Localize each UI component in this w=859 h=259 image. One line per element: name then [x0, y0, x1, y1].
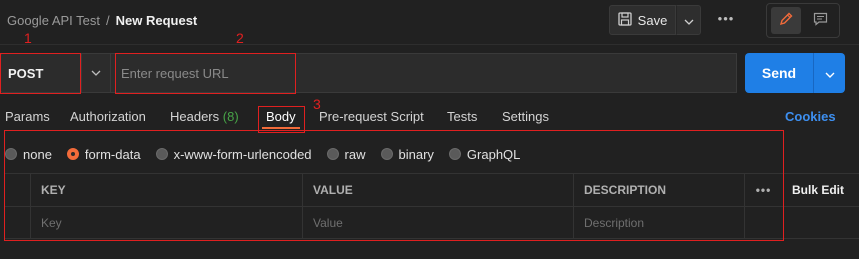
pencil-icon — [779, 12, 793, 29]
chevron-down-icon — [684, 13, 694, 28]
tab-headers-count: (8) — [222, 109, 239, 124]
breadcrumb-separator: / — [106, 12, 110, 28]
annotation-number-1: 1 — [24, 30, 32, 46]
radio-button[interactable] — [326, 148, 339, 160]
chevron-down-icon — [825, 66, 835, 81]
annotation-number-3: 3 — [313, 96, 321, 112]
row-checkbox-cell — [5, 207, 30, 239]
column-header-description: DESCRIPTION — [573, 174, 744, 206]
breadcrumb: Google API Test / New Request — [7, 10, 197, 30]
tab-headers[interactable]: Headers (8) — [170, 107, 239, 127]
chevron-down-icon — [80, 54, 110, 92]
radio-button[interactable] — [66, 148, 79, 160]
form-data-table: KEY VALUE DESCRIPTION ••• Bulk Edit Key … — [5, 173, 859, 239]
send-options-button[interactable] — [813, 53, 845, 93]
tab-authorization[interactable]: Authorization — [70, 107, 146, 127]
view-toggle — [766, 3, 840, 38]
body-type-none[interactable]: none — [5, 147, 52, 162]
body-type-selector: none form-data x-www-form-urlencoded raw… — [5, 144, 535, 164]
edit-mode-button[interactable] — [771, 7, 801, 34]
tab-settings[interactable]: Settings — [502, 107, 549, 127]
radio-label: form-data — [84, 146, 141, 162]
radio-button[interactable] — [5, 148, 17, 160]
method-select[interactable]: POST — [0, 53, 111, 93]
tab-tests[interactable]: Tests — [447, 107, 477, 127]
body-type-raw[interactable]: raw — [326, 146, 366, 162]
description-input[interactable]: Description — [573, 207, 744, 239]
comments-button[interactable] — [805, 7, 835, 34]
body-type-binary[interactable]: binary — [380, 146, 434, 162]
comment-icon — [813, 12, 828, 29]
active-tab-indicator — [262, 127, 300, 129]
cookies-link[interactable]: Cookies — [785, 107, 836, 127]
column-options-button[interactable]: ••• — [744, 174, 782, 206]
radio-label: raw — [344, 146, 366, 162]
tab-headers-label: Headers — [170, 109, 220, 124]
save-button-group: Save — [609, 5, 701, 35]
radio-label: binary — [398, 146, 434, 162]
header-divider — [0, 44, 859, 45]
url-input[interactable] — [111, 53, 737, 93]
breadcrumb-collection[interactable]: Google API Test — [7, 13, 100, 28]
save-label: Save — [637, 12, 668, 28]
tab-params[interactable]: Params — [5, 107, 50, 127]
body-type-urlencoded[interactable]: x-www-form-urlencoded — [155, 146, 312, 162]
radio-button[interactable] — [380, 148, 393, 160]
row-spacer — [744, 207, 782, 239]
annotation-number-2: 2 — [236, 30, 244, 46]
select-all-cell — [5, 174, 30, 206]
tab-body[interactable]: Body — [266, 107, 296, 127]
column-header-value: VALUE — [302, 174, 573, 206]
key-input[interactable]: Key — [30, 207, 302, 239]
radio-label: x-www-form-urlencoded — [173, 146, 312, 162]
value-input[interactable]: Value — [302, 207, 573, 239]
request-name[interactable]: New Request — [116, 13, 198, 28]
method-label: POST — [8, 65, 44, 81]
table-row: Key Value Description — [5, 206, 859, 239]
body-type-form-data[interactable]: form-data — [66, 146, 141, 162]
save-button[interactable]: Save — [609, 5, 676, 35]
send-button-group: Send — [745, 53, 845, 93]
table-header-row: KEY VALUE DESCRIPTION ••• Bulk Edit — [5, 173, 859, 206]
column-header-key: KEY — [30, 174, 302, 206]
save-icon — [618, 11, 632, 29]
body-type-graphql[interactable]: GraphQL — [448, 146, 521, 162]
radio-button[interactable] — [155, 148, 168, 160]
radio-label: none — [23, 146, 52, 162]
bulk-edit-button[interactable]: Bulk Edit — [782, 174, 859, 206]
more-actions-button[interactable]: ••• — [714, 10, 738, 30]
radio-button[interactable] — [448, 148, 461, 160]
save-options-button[interactable] — [676, 5, 701, 35]
send-button[interactable]: Send — [745, 53, 813, 93]
radio-label: GraphQL — [466, 146, 521, 162]
tab-pre-request-script[interactable]: Pre-request Script — [319, 107, 424, 127]
